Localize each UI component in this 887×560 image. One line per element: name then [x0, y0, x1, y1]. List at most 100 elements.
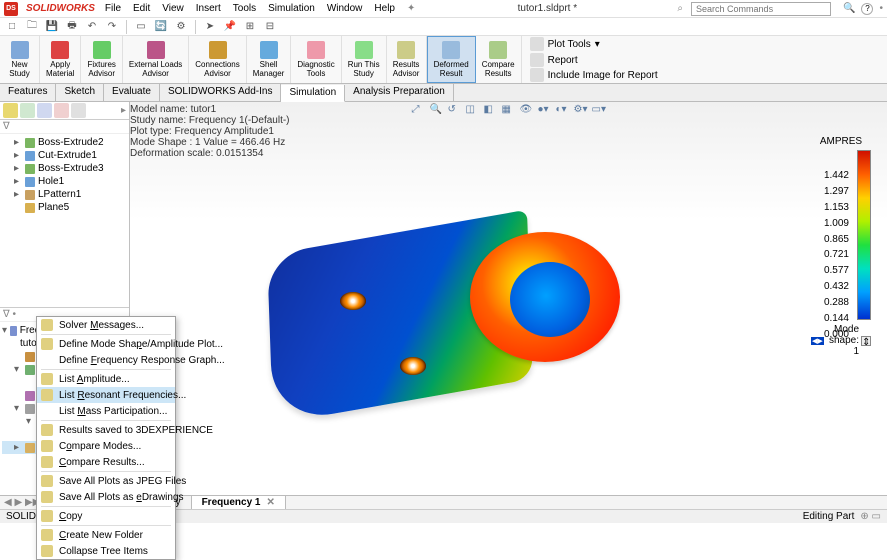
funnel-icon[interactable]: ∇ — [3, 121, 10, 132]
rb-run-study[interactable]: Run ThisStudy — [342, 36, 387, 83]
rb-report[interactable]: Report — [530, 53, 658, 67]
tree-hole1[interactable]: ▸Hole1 — [2, 175, 127, 188]
scene-icon[interactable]: ◐▾ — [556, 104, 570, 118]
fm-tab-config-icon[interactable] — [37, 103, 52, 118]
view-orient-icon[interactable]: ◧ — [484, 104, 498, 118]
tree-boss-extrude3[interactable]: ▸Boss-Extrude3 — [2, 162, 127, 175]
rb-include-image[interactable]: Include Image for Report — [530, 68, 658, 82]
tab-simulation[interactable]: Simulation — [281, 85, 345, 102]
prev-view-icon[interactable]: ↺ — [448, 104, 462, 118]
qat-pin-icon[interactable]: 📌 — [222, 19, 238, 35]
tab-analysis-prep[interactable]: Analysis Preparation — [345, 84, 454, 101]
qat-select-icon[interactable]: ▭ — [133, 19, 149, 35]
result-plot-model[interactable] — [270, 192, 630, 452]
qat-print-icon[interactable]: 🖶 — [64, 19, 80, 35]
fm-tab-dim-icon[interactable] — [54, 103, 69, 118]
qat-grid-icon[interactable]: ⊞ — [242, 19, 258, 35]
ctx-list-resonant-frequencies[interactable]: List Resonant Frequencies... — [37, 387, 175, 403]
ctx-separator — [41, 369, 171, 370]
tab-addins[interactable]: SOLIDWORKS Add-Ins — [160, 84, 281, 101]
ctx-item-label: Save All Plots as JPEG Files — [59, 476, 186, 487]
qat-arrow-icon[interactable]: ➤ — [202, 19, 218, 35]
color-legend[interactable]: AMPRES 1.4421.2971.1531.0090.8650.7210.5… — [811, 136, 871, 357]
menu-insert[interactable]: Insert — [194, 3, 223, 14]
hud-deform-scale: Deformation scale: 0.0151354 — [130, 148, 290, 159]
menu-view[interactable]: View — [160, 3, 186, 14]
search-trigger-icon[interactable]: 🔍 — [843, 3, 855, 15]
ctx-define-mode-shape-amplitude-plot[interactable]: Define Mode Shape/Amplitude Plot... — [37, 336, 175, 352]
qat-new-icon[interactable]: □ — [4, 19, 20, 35]
menu-edit[interactable]: Edit — [131, 3, 152, 14]
rb-external-loads[interactable]: External LoadsAdvisor — [123, 36, 189, 83]
qat-more-icon[interactable]: ⊟ — [262, 19, 278, 35]
rb-diagnostic[interactable]: DiagnosticTools — [291, 36, 341, 83]
ctx-compare-modes[interactable]: Compare Modes... — [37, 438, 175, 454]
ctx-copy[interactable]: Copy — [37, 508, 175, 524]
search-commands-input[interactable] — [691, 2, 831, 16]
qat-separator — [126, 20, 127, 34]
menu-tools[interactable]: Tools — [231, 3, 258, 14]
fm-tab-display-icon[interactable] — [71, 103, 86, 118]
rb-new-study[interactable]: NewStudy — [0, 36, 40, 83]
qat-rebuild-icon[interactable]: 🔄 — [153, 19, 169, 35]
section-view-icon[interactable]: ◫ — [466, 104, 480, 118]
menu-help-icon[interactable]: ✦ — [405, 3, 417, 14]
fm-tab-more-icon[interactable]: ▸ — [121, 105, 126, 116]
rb-fixtures-advisor[interactable]: FixturesAdvisor — [81, 36, 122, 83]
tree-boss-extrude2[interactable]: ▸Boss-Extrude2 — [2, 136, 127, 149]
rb-apply-material[interactable]: ApplyMaterial — [40, 36, 81, 83]
menu-help[interactable]: Help — [372, 3, 397, 14]
funnel-icon[interactable]: ∇ • — [3, 309, 16, 320]
display-style-icon[interactable]: ▦ — [502, 104, 516, 118]
qat-redo-icon[interactable]: ↷ — [104, 19, 120, 35]
rb-connections[interactable]: ConnectionsAdvisor — [189, 36, 246, 83]
menu-simulation[interactable]: Simulation — [266, 3, 317, 14]
tab-sketch[interactable]: Sketch — [56, 84, 104, 101]
view-settings-icon[interactable]: ⚙▾ — [574, 104, 588, 118]
fm-tab-property-icon[interactable] — [20, 103, 35, 118]
tab-features[interactable]: Features — [0, 84, 56, 101]
ctx-list-amplitude[interactable]: List Amplitude... — [37, 371, 175, 387]
rb-compare-results[interactable]: CompareResults — [476, 36, 522, 83]
tree-cut-extrude1[interactable]: ▸Cut-Extrude1 — [2, 149, 127, 162]
close-tab-icon[interactable]: ✕ — [266, 497, 274, 508]
rb-shell-manager[interactable]: ShellManager — [247, 36, 292, 83]
zoom-fit-icon[interactable]: ⤢ — [412, 104, 426, 118]
qat-options-icon[interactable]: ⚙ — [173, 19, 189, 35]
btab-frequency1[interactable]: Frequency 1✕ — [192, 496, 286, 509]
qat-save-icon[interactable]: 💾 — [44, 19, 60, 35]
rb-plot-tools[interactable]: Plot Tools▾ — [530, 37, 658, 51]
hide-show-icon[interactable]: 👁 — [520, 104, 534, 118]
rb-deformed-result[interactable]: DeformedResult — [427, 36, 476, 83]
fm-tab-feature-icon[interactable] — [3, 103, 18, 118]
feature-tree[interactable]: ▸Boss-Extrude2 ▸Cut-Extrude1 ▸Boss-Extru… — [0, 134, 129, 307]
ctx-item-label: Collapse Tree Items — [59, 546, 148, 557]
ctx-save-all-plots-as-jpeg-files[interactable]: Save All Plots as JPEG Files — [37, 473, 175, 489]
viewport-split-icon[interactable]: ▭▾ — [592, 104, 606, 118]
ctx-list-mass-participation[interactable]: List Mass Participation... — [37, 403, 175, 419]
ctx-compare-results[interactable]: Compare Results... — [37, 454, 175, 470]
tree-lpattern1[interactable]: ▸LPattern1 — [2, 188, 127, 201]
window-min-icon[interactable]: • — [879, 3, 883, 15]
status-icons[interactable]: ⊕ ▭ — [860, 511, 881, 522]
mode-spinner[interactable]: ⇕ — [861, 336, 871, 346]
menu-file[interactable]: File — [103, 3, 123, 14]
ctx-collapse-tree-items[interactable]: Collapse Tree Items — [37, 543, 175, 559]
ctx-define-frequency-response-graph[interactable]: Define Frequency Response Graph... — [37, 352, 175, 368]
menu-window[interactable]: Window — [325, 3, 365, 14]
document-title: tutor1.sldprt * — [425, 3, 669, 14]
tab-evaluate[interactable]: Evaluate — [104, 84, 160, 101]
ctx-solver-messages[interactable]: Solver Messages... — [37, 317, 175, 333]
tree-plane5[interactable]: Plane5 — [2, 201, 127, 214]
qat-open-icon[interactable]: 🗀 — [24, 19, 40, 35]
ctx-results-saved-to-dexperience[interactable]: Results saved to 3DEXPERIENCE — [37, 422, 175, 438]
ctx-create-new-folder[interactable]: Create New Folder — [37, 527, 175, 543]
appearance-icon[interactable]: ●▾ — [538, 104, 552, 118]
ctx-item-icon — [41, 440, 53, 452]
qat-undo-icon[interactable]: ↶ — [84, 19, 100, 35]
zoom-area-icon[interactable]: 🔍 — [430, 104, 444, 118]
ctx-save-all-plots-as-edrawings[interactable]: Save All Plots as eDrawings — [37, 489, 175, 505]
graphics-viewport[interactable]: ⤢ 🔍 ↺ ◫ ◧ ▦ 👁 ●▾ ◐▾ ⚙▾ ▭▾ Model name: tu… — [130, 102, 887, 495]
help-button-icon[interactable]: ? — [861, 3, 873, 15]
rb-results-advisor[interactable]: ResultsAdvisor — [387, 36, 427, 83]
